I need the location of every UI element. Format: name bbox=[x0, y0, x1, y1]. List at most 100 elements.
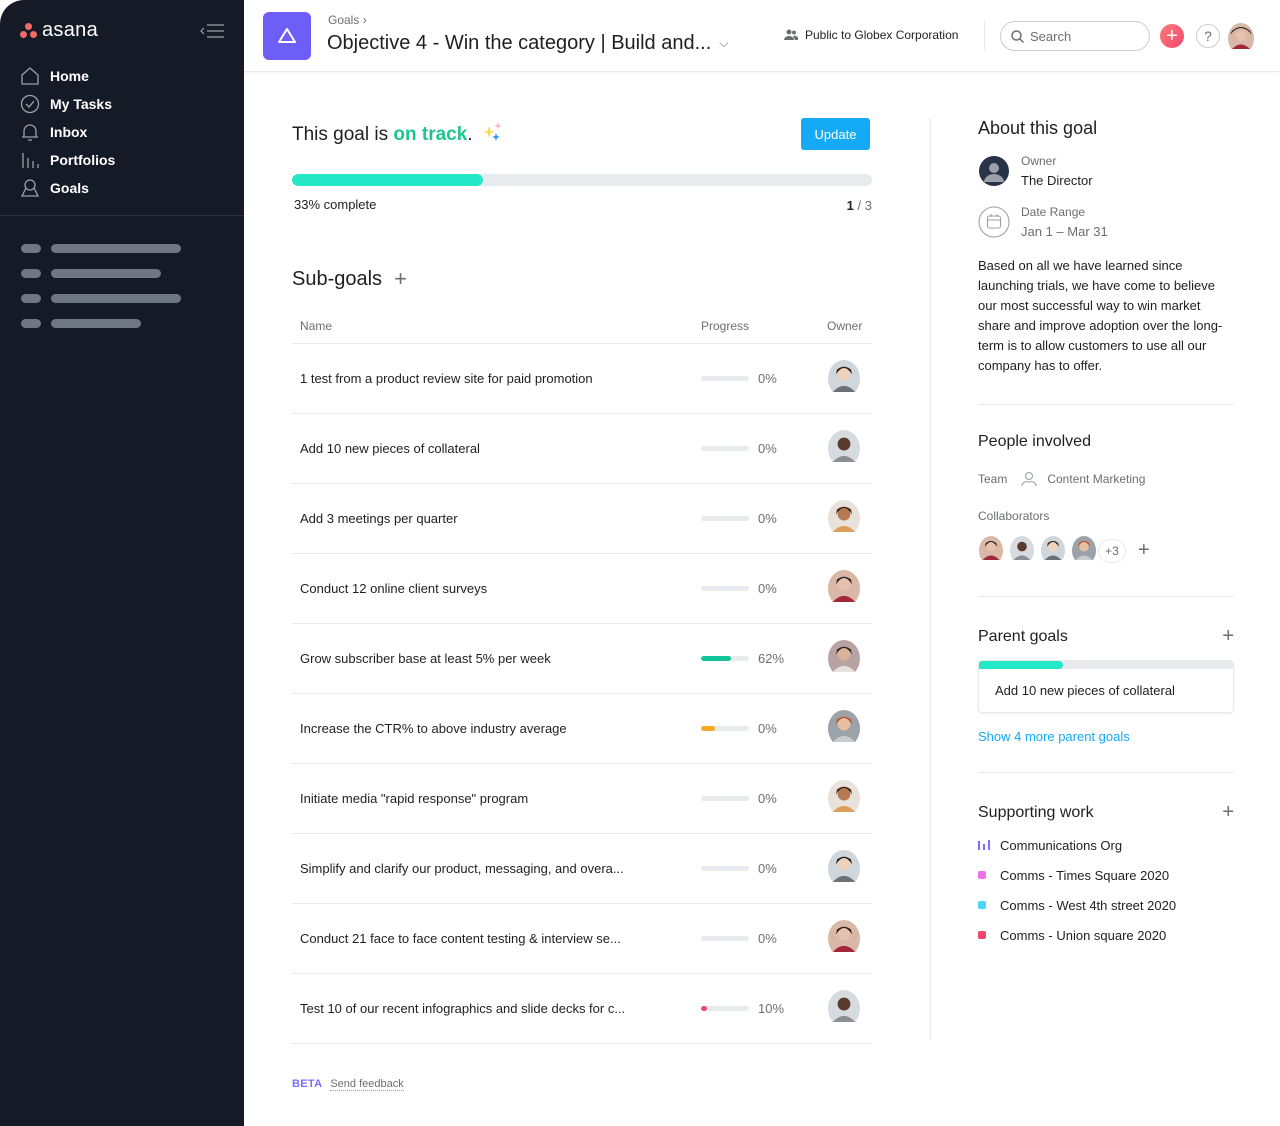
page-title[interactable]: Objective 4 - Win the category | Build a… bbox=[327, 32, 728, 55]
subgoal-progress: 62% bbox=[701, 651, 827, 666]
table-row[interactable]: 1 test from a product review site for pa… bbox=[292, 344, 872, 414]
owner-avatar[interactable] bbox=[828, 780, 860, 817]
brand-name: asana bbox=[42, 19, 98, 41]
subgoal-progress-bar bbox=[701, 376, 749, 381]
sparkles-icon bbox=[482, 122, 502, 141]
breadcrumb[interactable]: Goals › bbox=[328, 13, 367, 27]
sidebar-item-inbox[interactable]: Inbox bbox=[20, 118, 230, 146]
subgoal-name[interactable]: Conduct 21 face to face content testing … bbox=[292, 931, 701, 946]
table-row[interactable]: Test 10 of our recent infographics and s… bbox=[292, 974, 872, 1044]
subgoal-owner[interactable] bbox=[827, 780, 872, 817]
parent-goal-card[interactable]: Add 10 new pieces of collateral bbox=[978, 660, 1234, 713]
subgoal-owner[interactable] bbox=[827, 920, 872, 957]
table-row[interactable]: Increase the CTR% to above industry aver… bbox=[292, 694, 872, 764]
sidebar-item-goals[interactable]: Goals bbox=[20, 174, 230, 202]
column-header-name[interactable]: Name bbox=[292, 319, 701, 333]
subgoal-name[interactable]: Test 10 of our recent infographics and s… bbox=[292, 1001, 701, 1016]
show-more-parent-goals-link[interactable]: Show 4 more parent goals bbox=[978, 729, 1234, 744]
owner-avatar[interactable] bbox=[828, 430, 860, 467]
supporting-work-item[interactable]: Comms - Union square 2020 bbox=[978, 920, 1234, 950]
collaborator-avatar[interactable] bbox=[1071, 535, 1097, 566]
owner-avatar[interactable] bbox=[828, 570, 860, 607]
status-suffix: . bbox=[467, 124, 473, 145]
subgoal-name[interactable]: 1 test from a product review site for pa… bbox=[292, 371, 701, 386]
collapse-sidebar-icon[interactable] bbox=[200, 24, 224, 38]
owner-avatar[interactable] bbox=[828, 640, 860, 677]
owner-avatar[interactable] bbox=[828, 850, 860, 887]
goal-status-heading: This goal is on track. bbox=[292, 122, 504, 146]
portfolios-icon bbox=[22, 153, 39, 168]
owner-avatar[interactable] bbox=[828, 360, 860, 397]
collaborator-avatar[interactable] bbox=[978, 535, 1004, 566]
chevron-down-icon[interactable]: ⌵ bbox=[719, 36, 728, 51]
subgoal-owner[interactable] bbox=[827, 990, 872, 1027]
supporting-work-item[interactable]: Communications Org bbox=[978, 830, 1234, 860]
add-parent-goal-icon[interactable]: + bbox=[1222, 625, 1234, 648]
subgoal-owner[interactable] bbox=[827, 500, 872, 537]
goal-description[interactable]: Based on all we have learned since launc… bbox=[978, 256, 1234, 376]
team-field[interactable]: Team Content Marketing bbox=[978, 471, 1234, 487]
subgoal-owner[interactable] bbox=[827, 850, 872, 887]
quick-add-button[interactable]: + bbox=[1160, 24, 1184, 48]
column-header-progress[interactable]: Progress bbox=[701, 319, 827, 333]
add-subgoal-icon[interactable]: + bbox=[394, 266, 407, 292]
sidebar-item-home[interactable]: Home bbox=[20, 62, 230, 90]
owner-avatar[interactable] bbox=[828, 500, 860, 537]
table-row[interactable]: Conduct 12 online client surveys 0% bbox=[292, 554, 872, 624]
search-input[interactable]: Search bbox=[1000, 21, 1150, 51]
subgoal-owner[interactable] bbox=[827, 360, 872, 397]
goal-triangle-icon bbox=[278, 28, 296, 43]
privacy-setting[interactable]: Public to Globex Corporation bbox=[784, 28, 958, 42]
subgoal-progress-label: 10% bbox=[758, 1001, 785, 1016]
subgoal-owner[interactable] bbox=[827, 640, 872, 677]
user-avatar[interactable] bbox=[1228, 23, 1254, 54]
goals-icon bbox=[20, 179, 40, 197]
supporting-work-item[interactable]: Comms - Times Square 2020 bbox=[978, 860, 1234, 890]
sidebar-item-label: Inbox bbox=[50, 124, 88, 140]
subgoal-name[interactable]: Grow subscriber base at least 5% per wee… bbox=[292, 651, 701, 666]
owner-label: Owner bbox=[1021, 154, 1057, 168]
help-button[interactable]: ? bbox=[1196, 24, 1220, 48]
supporting-work-item[interactable]: Comms - West 4th street 2020 bbox=[978, 890, 1234, 920]
subgoal-progress-bar bbox=[701, 726, 749, 731]
sidebar-item-my-tasks[interactable]: My Tasks bbox=[20, 90, 230, 118]
supporting-work-label: Communications Org bbox=[1000, 837, 1123, 853]
asana-logo[interactable]: asana bbox=[20, 19, 98, 42]
table-row[interactable]: Initiate media "rapid response" program … bbox=[292, 764, 872, 834]
breadcrumb-goals[interactable]: Goals bbox=[328, 13, 359, 27]
subgoal-name[interactable]: Simplify and clarify our product, messag… bbox=[292, 861, 701, 876]
help-icon: ? bbox=[1204, 28, 1212, 44]
owner-field[interactable]: Owner The Director bbox=[978, 154, 1234, 188]
table-header: Name Progress Owner bbox=[292, 308, 872, 344]
table-row[interactable]: Add 3 meetings per quarter 0% bbox=[292, 484, 872, 554]
collaborator-avatar[interactable] bbox=[1040, 535, 1066, 566]
subgoal-owner[interactable] bbox=[827, 710, 872, 747]
add-collaborator-icon[interactable]: + bbox=[1138, 539, 1150, 562]
subgoal-progress-label: 0% bbox=[758, 371, 777, 386]
column-header-owner[interactable]: Owner bbox=[827, 319, 872, 333]
table-row[interactable]: Add 10 new pieces of collateral 0% bbox=[292, 414, 872, 484]
update-button[interactable]: Update bbox=[801, 118, 870, 150]
owner-avatar[interactable] bbox=[828, 990, 860, 1027]
send-feedback-link[interactable]: Send feedback bbox=[330, 1078, 404, 1091]
section-divider bbox=[978, 596, 1234, 597]
collaborator-avatar[interactable] bbox=[1009, 535, 1035, 566]
subgoal-name[interactable]: Conduct 12 online client surveys bbox=[292, 581, 701, 596]
subgoal-progress-label: 0% bbox=[758, 441, 777, 456]
add-supporting-work-icon[interactable]: + bbox=[1222, 801, 1234, 824]
sidebar-item-portfolios[interactable]: Portfolios bbox=[20, 146, 230, 174]
subgoal-owner[interactable] bbox=[827, 570, 872, 607]
table-row[interactable]: Conduct 21 face to face content testing … bbox=[292, 904, 872, 974]
status-badge: on track bbox=[393, 124, 468, 145]
date-range-field[interactable]: Date Range Jan 1 – Mar 31 bbox=[978, 205, 1234, 239]
table-row[interactable]: Grow subscriber base at least 5% per wee… bbox=[292, 624, 872, 694]
subgoal-name[interactable]: Add 10 new pieces of collateral bbox=[292, 441, 701, 456]
subgoal-name[interactable]: Add 3 meetings per quarter bbox=[292, 511, 701, 526]
owner-avatar[interactable] bbox=[828, 920, 860, 957]
subgoal-name[interactable]: Initiate media "rapid response" program bbox=[292, 791, 701, 806]
table-row[interactable]: Simplify and clarify our product, messag… bbox=[292, 834, 872, 904]
owner-avatar[interactable] bbox=[828, 710, 860, 747]
subgoal-name[interactable]: Increase the CTR% to above industry aver… bbox=[292, 721, 701, 736]
more-collaborators-badge[interactable]: +3 bbox=[1098, 538, 1126, 563]
subgoal-owner[interactable] bbox=[827, 430, 872, 467]
